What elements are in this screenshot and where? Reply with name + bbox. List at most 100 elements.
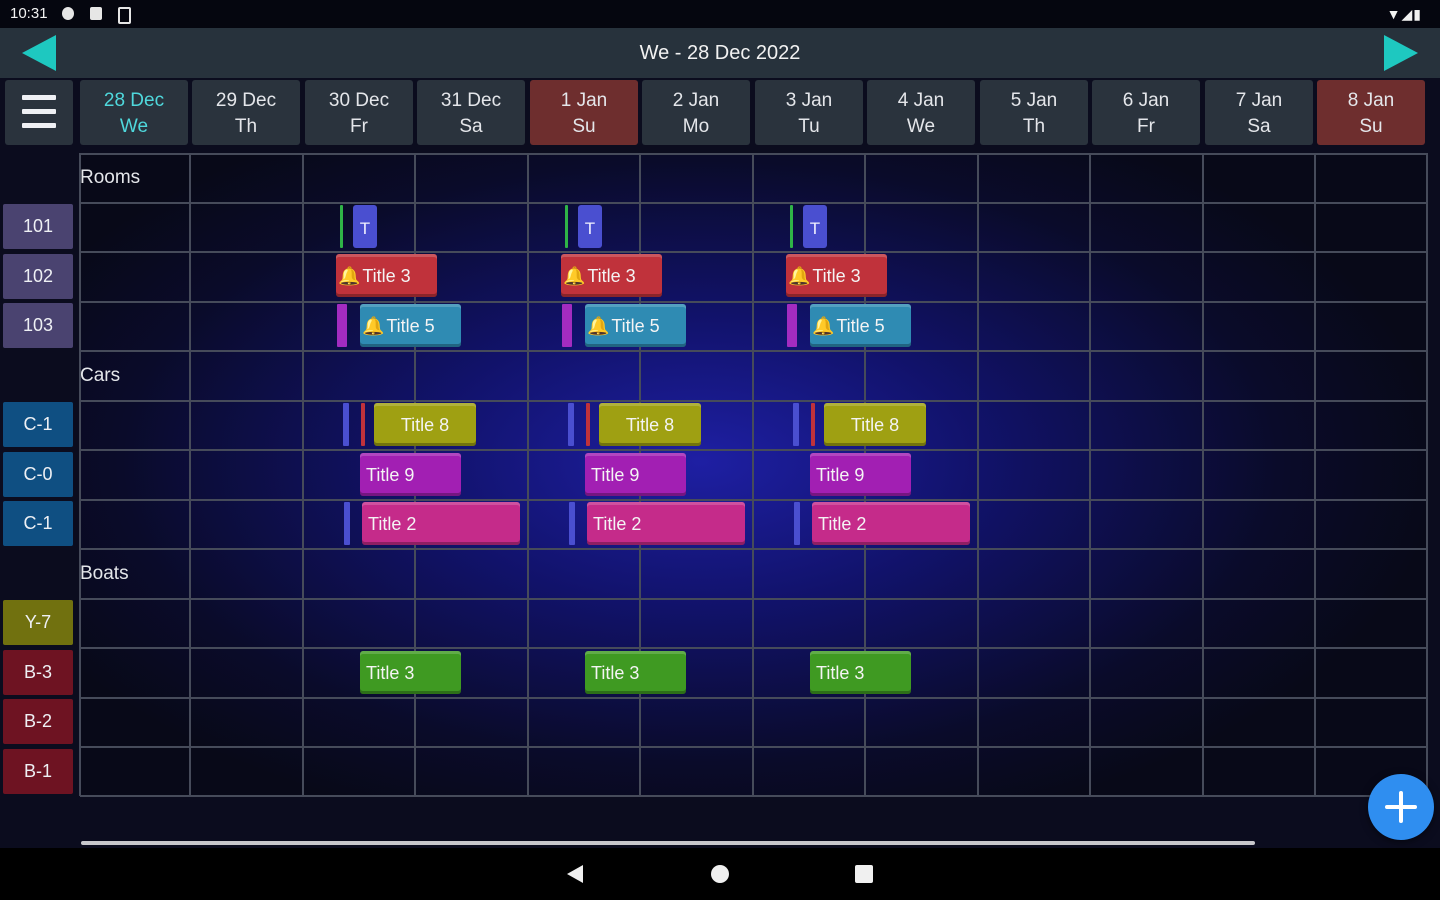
event-title-8[interactable]: Title 8 (374, 403, 476, 446)
status-bar: 10:31 ▼◢▮ (0, 0, 1440, 28)
grid-line (189, 153, 191, 796)
day-date: 6 Jan (1122, 90, 1170, 111)
day-date: 2 Jan (672, 90, 720, 111)
day-date: 8 Jan (1347, 90, 1395, 111)
status-time: 10:31 (10, 5, 48, 22)
grid-line (80, 350, 1428, 352)
event-label: Title 3 (812, 266, 861, 286)
battery-icon: ▮ (1413, 6, 1422, 22)
event-title-3-boat[interactable]: Title 3 (585, 651, 686, 694)
day-header-0[interactable]: 28 Dec We (80, 80, 188, 145)
event-title-3-room[interactable]: 🔔 Title 3 (561, 254, 662, 297)
schedule-grid[interactable] (80, 153, 1428, 796)
add-event-button[interactable] (1368, 774, 1434, 840)
day-weekday: Su (1359, 116, 1383, 137)
status-marker (361, 403, 365, 446)
day-header-8[interactable]: 5 Jan Th (980, 80, 1088, 145)
grid-line (80, 746, 1428, 748)
event-label: Title 9 (591, 465, 640, 485)
day-header-11[interactable]: 8 Jan Su (1317, 80, 1425, 145)
horizontal-scrollbar[interactable] (81, 841, 1255, 845)
t-marker[interactable]: T (578, 205, 602, 248)
resource-boat-b3[interactable]: B-3 (3, 650, 73, 695)
event-title-8[interactable]: Title 8 (599, 403, 701, 446)
day-header-6[interactable]: 3 Jan Tu (755, 80, 863, 145)
next-day-button[interactable] (1384, 35, 1418, 71)
grid-line (527, 153, 529, 796)
back-icon[interactable] (567, 865, 583, 883)
grid-line (977, 153, 979, 796)
event-label: Title 5 (386, 316, 435, 336)
event-title-5[interactable]: 🔔 Title 5 (810, 304, 911, 347)
signal-icon: ◢ (1401, 6, 1414, 22)
day-date: 1 Jan (560, 90, 608, 111)
resource-boat-y7[interactable]: Y-7 (3, 600, 73, 645)
day-header-5[interactable]: 2 Jan Mo (642, 80, 750, 145)
resource-room-102[interactable]: 102 (3, 254, 73, 299)
page-title: We - 28 Dec 2022 (639, 42, 801, 64)
event-label: Title 3 (587, 266, 636, 286)
status-marker (787, 304, 797, 347)
day-weekday: Tu (798, 116, 820, 137)
hamburger-icon-bar (22, 123, 56, 128)
hamburger-icon (22, 95, 56, 100)
resource-room-103[interactable]: 103 (3, 303, 73, 348)
event-title-5[interactable]: 🔔 Title 5 (360, 304, 461, 347)
event-title-8[interactable]: Title 8 (824, 403, 926, 446)
resource-room-101[interactable]: 101 (3, 204, 73, 249)
resource-car-c0[interactable]: C-0 (3, 452, 73, 497)
day-weekday: Su (572, 116, 596, 137)
grid-line (302, 153, 304, 796)
status-marker (811, 403, 815, 446)
event-title-9[interactable]: Title 9 (810, 453, 911, 496)
group-label-boats: Boats (80, 563, 129, 584)
menu-button[interactable] (5, 80, 73, 145)
resource-car-c1[interactable]: C-1 (3, 402, 73, 447)
grid-line (1202, 153, 1204, 796)
day-weekday: Sa (459, 116, 483, 137)
day-header-7[interactable]: 4 Jan We (867, 80, 975, 145)
resource-boat-b1[interactable]: B-1 (3, 749, 73, 794)
resource-car-c1b[interactable]: C-1 (3, 501, 73, 546)
event-label: Title 3 (591, 663, 640, 683)
t-marker[interactable]: T (353, 205, 377, 248)
grid-line (80, 153, 1428, 155)
event-title-5[interactable]: 🔔 Title 5 (585, 304, 686, 347)
grid-line (80, 697, 1428, 699)
status-marker (340, 205, 343, 248)
recent-apps-icon[interactable] (855, 865, 873, 883)
resource-boat-b2[interactable]: B-2 (3, 699, 73, 744)
grid-line (80, 251, 1428, 253)
event-title-2[interactable]: Title 2 (812, 502, 970, 545)
event-title-3-boat[interactable]: Title 3 (360, 651, 461, 694)
t-marker[interactable]: T (803, 205, 827, 248)
day-header-10[interactable]: 7 Jan Sa (1205, 80, 1313, 145)
event-label: Title 5 (836, 316, 885, 336)
day-header-1[interactable]: 29 Dec Th (192, 80, 300, 145)
event-title-2[interactable]: Title 2 (362, 502, 520, 545)
grid-line (80, 795, 1428, 797)
event-label: Title 2 (368, 514, 417, 534)
hamburger-icon-bar (22, 109, 56, 114)
home-icon[interactable] (711, 865, 729, 883)
status-marker (565, 205, 568, 248)
day-header-9[interactable]: 6 Jan Fr (1092, 80, 1200, 145)
day-header-4[interactable]: 1 Jan Su (530, 80, 638, 145)
status-marker (790, 205, 793, 248)
event-title-9[interactable]: Title 9 (585, 453, 686, 496)
event-label: Title 8 (400, 415, 450, 435)
status-marker (343, 403, 349, 446)
event-title-3-room[interactable]: 🔔 Title 3 (336, 254, 437, 297)
event-title-3-room[interactable]: 🔔 Title 3 (786, 254, 887, 297)
event-title-2[interactable]: Title 2 (587, 502, 745, 545)
grid-line (1089, 153, 1091, 796)
event-title-3-boat[interactable]: Title 3 (810, 651, 911, 694)
day-header-2[interactable]: 30 Dec Fr (305, 80, 413, 145)
day-weekday: Fr (350, 116, 368, 137)
day-date: 4 Jan (897, 90, 945, 111)
grid-line (1314, 153, 1316, 796)
event-title-9[interactable]: Title 9 (360, 453, 461, 496)
grid-line (80, 449, 1428, 451)
day-header-3[interactable]: 31 Dec Sa (417, 80, 525, 145)
group-label-cars: Cars (80, 365, 121, 386)
